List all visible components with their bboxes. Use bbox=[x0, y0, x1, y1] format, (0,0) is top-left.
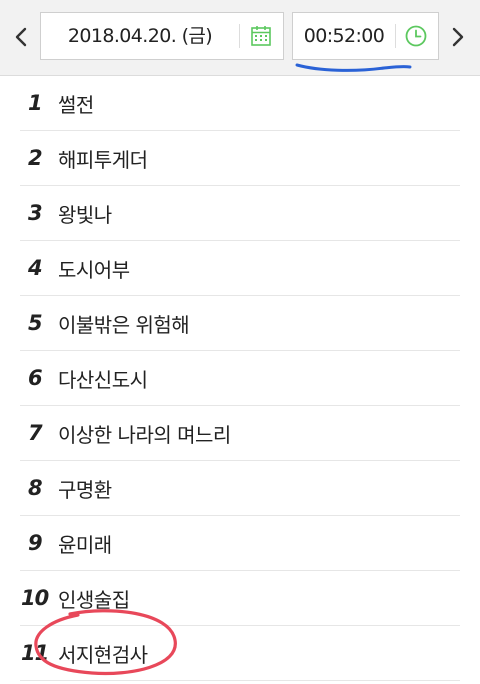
keyword-title: 썰전 bbox=[58, 92, 94, 117]
date-divider bbox=[239, 24, 240, 48]
rank-number: 8 bbox=[28, 476, 43, 500]
keyword-title: 이상한 나라의 며느리 bbox=[58, 422, 231, 447]
list-item[interactable]: 11 서지현검사 bbox=[20, 626, 460, 681]
list-item[interactable]: 8 구명환 bbox=[20, 461, 460, 516]
list-item[interactable]: 5 이불밖은 위험해 bbox=[20, 296, 460, 351]
keyword-title: 다산신도시 bbox=[58, 367, 148, 392]
keyword-title: 윤미래 bbox=[58, 532, 112, 557]
keyword-title: 도시어부 bbox=[58, 257, 130, 282]
rank-number: 4 bbox=[28, 256, 43, 280]
rank-number: 6 bbox=[28, 366, 43, 390]
list-item[interactable]: 7 이상한 나라의 며느리 bbox=[20, 406, 460, 461]
date-time-toolbar: 2018.04.20. (금) 00:52:00 bbox=[0, 0, 480, 76]
clock-button[interactable] bbox=[404, 24, 428, 48]
calendar-icon bbox=[251, 26, 271, 46]
keyword-title: 해피투게더 bbox=[58, 147, 148, 172]
rank-number: 2 bbox=[28, 146, 43, 170]
list-item[interactable]: 2 해피투게더 bbox=[20, 131, 460, 186]
keyword-title: 서지현검사 bbox=[58, 642, 148, 667]
keyword-title: 이불밖은 위험해 bbox=[58, 312, 190, 337]
list-item[interactable]: 1 썰전 bbox=[20, 76, 460, 131]
time-picker[interactable]: 00:52:00 bbox=[292, 12, 439, 60]
previous-button[interactable] bbox=[6, 20, 36, 54]
date-picker[interactable]: 2018.04.20. (금) bbox=[40, 12, 284, 60]
chevron-right-icon bbox=[452, 27, 464, 47]
list-item[interactable]: 10 인생술집 bbox=[20, 571, 460, 626]
ranking-list: 1 썰전 2 해피투게더 3 왕빛나 4 도시어부 5 이불밖은 위험해 6 다… bbox=[20, 76, 460, 681]
rank-number: 1 bbox=[28, 91, 43, 115]
time-value: 00:52:00 bbox=[303, 25, 385, 47]
rank-number: 9 bbox=[28, 531, 43, 555]
keyword-title: 왕빛나 bbox=[58, 202, 112, 227]
date-value: 2018.04.20. (금) bbox=[67, 25, 213, 47]
keyword-title: 구명환 bbox=[58, 477, 112, 502]
calendar-button[interactable] bbox=[249, 24, 273, 48]
rank-number: 3 bbox=[28, 201, 43, 225]
rank-number: 11 bbox=[21, 641, 49, 665]
list-item[interactable]: 3 왕빛나 bbox=[20, 186, 460, 241]
list-item[interactable]: 4 도시어부 bbox=[20, 241, 460, 296]
list-item[interactable]: 6 다산신도시 bbox=[20, 351, 460, 406]
keyword-title: 인생술집 bbox=[58, 587, 130, 612]
next-button[interactable] bbox=[443, 20, 473, 54]
chevron-left-icon bbox=[15, 27, 27, 47]
rank-number: 10 bbox=[21, 586, 49, 610]
clock-icon bbox=[405, 25, 427, 47]
time-divider bbox=[395, 24, 396, 48]
rank-number: 7 bbox=[28, 421, 43, 445]
rank-number: 5 bbox=[28, 311, 43, 335]
list-item[interactable]: 9 윤미래 bbox=[20, 516, 460, 571]
